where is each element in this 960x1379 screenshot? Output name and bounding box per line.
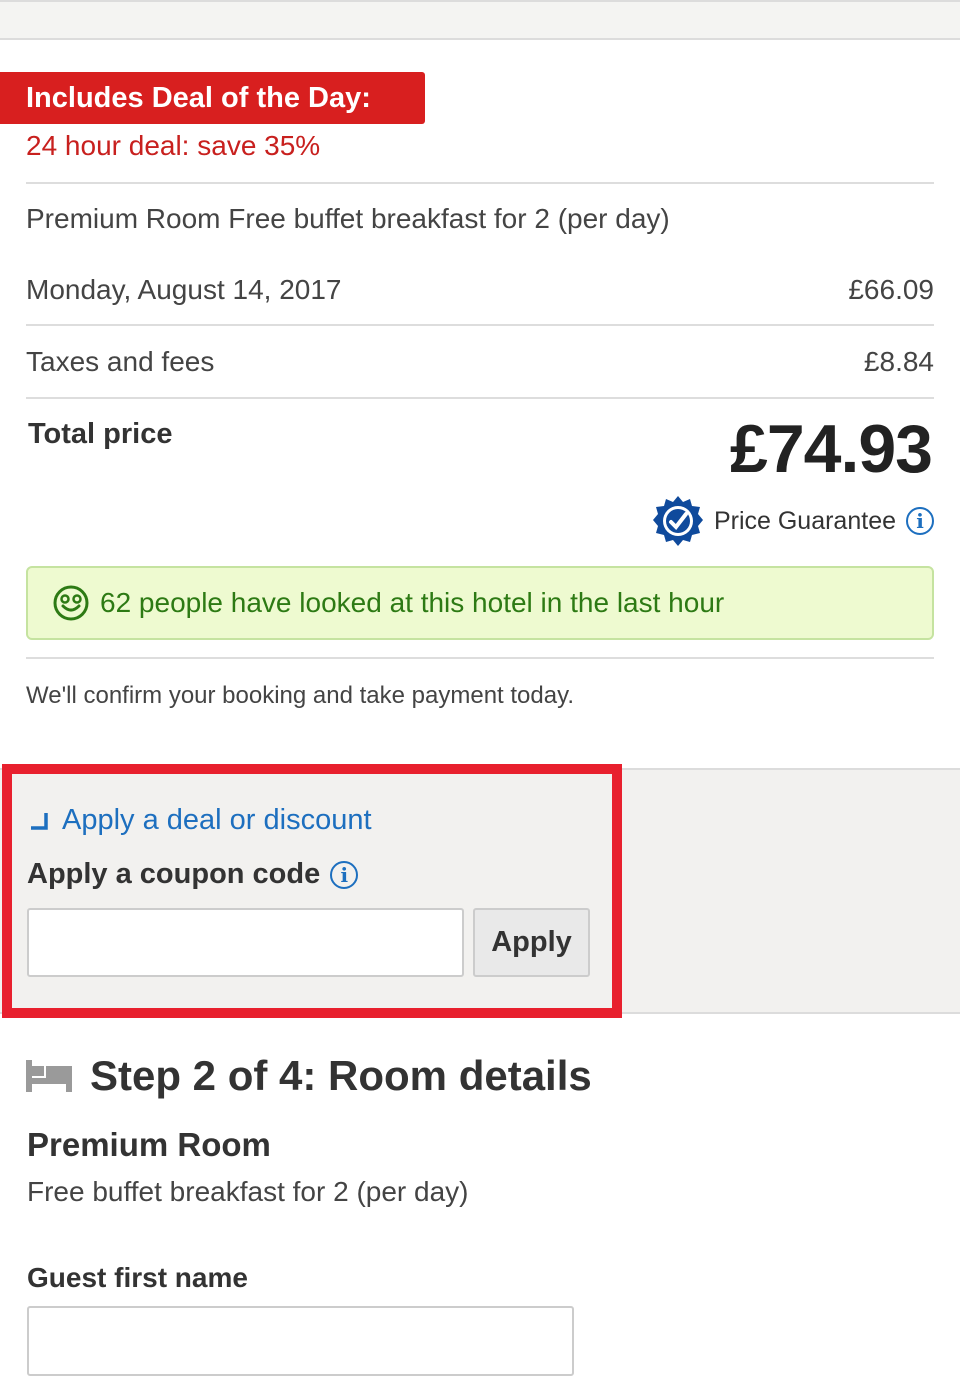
info-icon[interactable]: i	[330, 860, 359, 889]
social-proof-message: 62 people have looked at this hotel in t…	[26, 566, 934, 640]
stay-date-price: £66.09	[848, 274, 934, 305]
smiley-icon	[53, 585, 89, 621]
coupon-code-label-text: Apply a coupon code	[27, 858, 321, 890]
divider	[26, 397, 934, 399]
price-guarantee-label: Price Guarantee	[713, 506, 896, 535]
collapse-arrow-icon	[31, 812, 48, 830]
step-heading-text: Step 2 of 4: Room details	[90, 1052, 592, 1099]
deal-of-the-day-banner: Includes Deal of the Day:	[0, 72, 425, 124]
room-summary-line: Premium Room Free buffet breakfast for 2…	[26, 203, 670, 234]
divider	[26, 182, 934, 184]
deal-subtext: 24 hour deal: save 35%	[26, 130, 321, 161]
guest-first-name-label: Guest first name	[27, 1262, 248, 1293]
price-guarantee: Price Guarantee i	[652, 496, 934, 546]
coupon-code-label: Apply a coupon code i	[27, 858, 359, 891]
divider	[26, 657, 934, 659]
taxes-label: Taxes and fees	[26, 346, 215, 377]
bed-icon	[26, 1060, 72, 1092]
info-icon[interactable]: i	[906, 507, 934, 535]
total-price-label: Total price	[28, 418, 173, 450]
apply-deal-link-label: Apply a deal or discount	[62, 804, 372, 836]
apply-coupon-button[interactable]: Apply	[473, 908, 590, 977]
divider	[26, 324, 934, 326]
room-name: Premium Room	[27, 1126, 271, 1163]
top-strip	[0, 0, 960, 40]
coupon-code-input[interactable]	[27, 908, 464, 977]
total-price-value: £74.93	[730, 411, 933, 487]
highlight-box	[2, 764, 622, 1018]
social-proof-text: 62 people have looked at this hotel in t…	[100, 587, 725, 618]
confirm-booking-text: We'll confirm your booking and take paym…	[26, 682, 574, 709]
step-heading: Step 2 of 4: Room details	[26, 1052, 592, 1100]
price-guarantee-badge-icon	[652, 496, 703, 546]
apply-deal-link[interactable]: Apply a deal or discount	[28, 804, 372, 837]
guest-first-name-input[interactable]	[27, 1306, 574, 1376]
room-description: Free buffet breakfast for 2 (per day)	[27, 1176, 469, 1207]
taxes-price: £8.84	[863, 346, 934, 377]
stay-date-label: Monday, August 14, 2017	[26, 274, 342, 305]
